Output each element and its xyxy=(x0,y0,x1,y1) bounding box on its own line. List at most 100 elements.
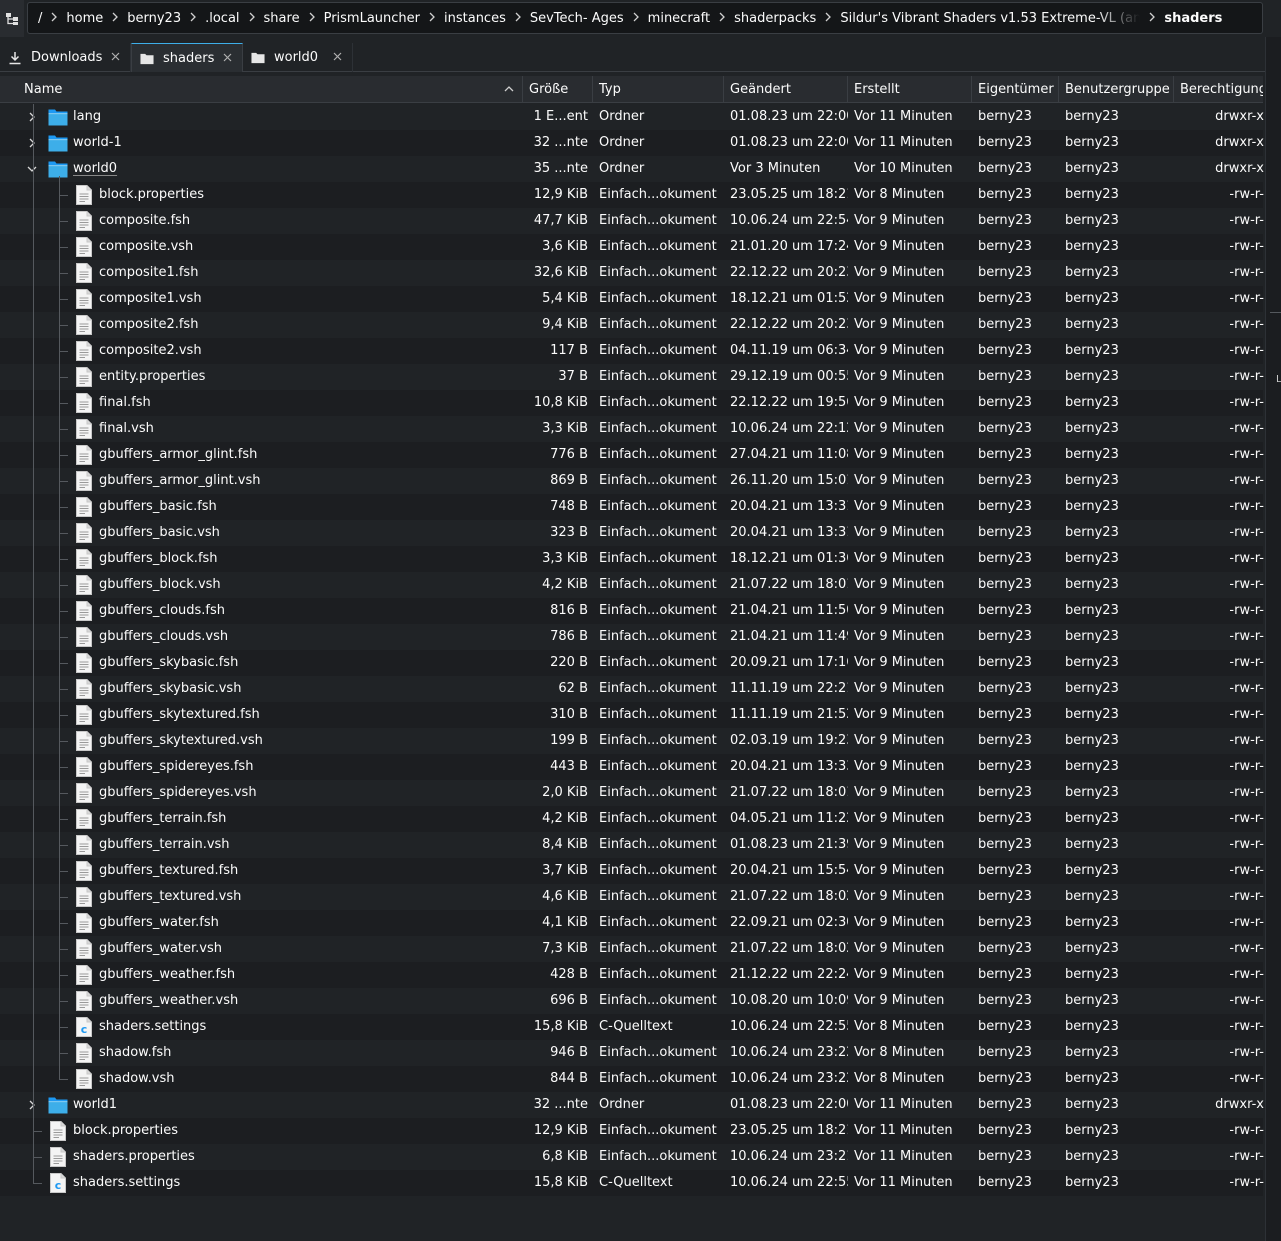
column-header-permissions[interactable]: Berechtigung xyxy=(1173,76,1263,103)
file-name[interactable]: final.fsh xyxy=(99,390,151,416)
file-name[interactable]: gbuffers_skytextured.vsh xyxy=(99,728,263,754)
file-name[interactable]: gbuffers_skybasic.vsh xyxy=(99,676,241,702)
breadcrumb-segment[interactable]: home xyxy=(66,11,103,26)
close-icon[interactable] xyxy=(333,50,342,65)
file-row[interactable]: gbuffers_skytextured.vsh 199 B Einfach...o… xyxy=(0,728,1264,754)
file-name[interactable]: gbuffers_basic.fsh xyxy=(99,494,217,520)
folder-row[interactable]: world0 35 ...nte Ordner Vor 3 Minuten Vor 10… xyxy=(0,156,1264,182)
file-row[interactable]: gbuffers_block.vsh 4,2 KiB Einfach...okume… xyxy=(0,572,1264,598)
file-name[interactable]: composite2.vsh xyxy=(99,338,202,364)
file-name[interactable]: shadow.fsh xyxy=(99,1040,171,1066)
places-panel-toggle-button[interactable] xyxy=(0,0,24,37)
file-row[interactable]: gbuffers_textured.vsh 4,6 KiB Einfach...ok… xyxy=(0,884,1264,910)
file-name[interactable]: gbuffers_block.vsh xyxy=(99,572,221,598)
file-row[interactable]: gbuffers_spidereyes.vsh 2,0 KiB Einfach...… xyxy=(0,780,1264,806)
breadcrumb-segment[interactable]: SevTech- Ages xyxy=(530,11,624,26)
file-name[interactable]: gbuffers_clouds.fsh xyxy=(99,598,225,624)
chevron-right-icon[interactable] xyxy=(26,1099,38,1111)
file-row[interactable]: gbuffers_weather.fsh 428 B Einfach...okume… xyxy=(0,962,1264,988)
file-row[interactable]: entity.properties 37 B Einfach...okument 29… xyxy=(0,364,1264,390)
column-header-group[interactable]: Benutzergruppe xyxy=(1058,76,1173,103)
file-name[interactable]: gbuffers_textured.vsh xyxy=(99,884,241,910)
file-row[interactable]: gbuffers_spidereyes.fsh 443 B Einfach...ok… xyxy=(0,754,1264,780)
chevron-right-icon[interactable] xyxy=(181,11,205,25)
file-name[interactable]: composite.vsh xyxy=(99,234,193,260)
file-name[interactable]: world1 xyxy=(73,1092,117,1118)
column-header-type[interactable]: Typ xyxy=(592,76,723,103)
file-row[interactable]: c shaders.settings 15,8 KiB C-Quelltext 10.0… xyxy=(0,1170,1264,1196)
chevron-right-icon[interactable] xyxy=(26,137,38,149)
file-name[interactable]: gbuffers_water.vsh xyxy=(99,936,222,962)
file-row[interactable]: gbuffers_skytextured.fsh 310 B Einfach...o… xyxy=(0,702,1264,728)
chevron-right-icon[interactable] xyxy=(26,111,38,123)
column-header-modified[interactable]: Geändert xyxy=(723,76,847,103)
tab-downloads[interactable]: Downloads xyxy=(0,43,131,72)
file-name[interactable]: composite2.fsh xyxy=(99,312,198,338)
breadcrumb-segment[interactable]: Sildur's Vibrant Shaders v1.53 Extreme-V… xyxy=(840,11,1140,26)
breadcrumb[interactable]: / home berny23 .local share PrismLauncher inst… xyxy=(27,2,1263,34)
breadcrumb-segment[interactable]: shaderpacks xyxy=(734,11,816,26)
file-row[interactable]: shaders.properties 6,8 KiB Einfach...okume… xyxy=(0,1144,1264,1170)
file-name[interactable]: gbuffers_clouds.vsh xyxy=(99,624,228,650)
folder-row[interactable]: world-1 32 ...nte Ordner 01.08.23 um 22:00 V… xyxy=(0,130,1264,156)
file-row[interactable]: block.properties 12,9 KiB Einfach...okumen… xyxy=(0,1118,1264,1144)
chevron-right-icon[interactable] xyxy=(506,11,530,25)
file-name[interactable]: gbuffers_terrain.vsh xyxy=(99,832,230,858)
file-row[interactable]: gbuffers_armor_glint.vsh 869 B Einfach...o… xyxy=(0,468,1264,494)
column-header-owner[interactable]: Eigentümer xyxy=(971,76,1058,103)
file-row[interactable]: final.fsh 10,8 KiB Einfach...okument 22.12.… xyxy=(0,390,1264,416)
file-row[interactable]: gbuffers_terrain.fsh 4,2 KiB Einfach...oku… xyxy=(0,806,1264,832)
file-name[interactable]: entity.properties xyxy=(99,364,205,390)
file-name[interactable]: gbuffers_weather.vsh xyxy=(99,988,238,1014)
breadcrumb-segment[interactable]: share xyxy=(264,11,300,26)
file-row[interactable]: c shaders.settings 15,8 KiB C-Quelltext 10.0… xyxy=(0,1014,1264,1040)
chevron-down-icon[interactable] xyxy=(26,163,38,175)
chevron-right-icon[interactable] xyxy=(42,11,66,25)
file-name[interactable]: shaders.settings xyxy=(73,1170,180,1196)
breadcrumb-segment[interactable]: PrismLauncher xyxy=(324,11,420,26)
file-row[interactable]: gbuffers_skybasic.fsh 220 B Einfach...okum… xyxy=(0,650,1264,676)
file-row[interactable]: shadow.vsh 844 B Einfach...okument 10.06.24… xyxy=(0,1066,1264,1092)
file-row[interactable]: gbuffers_terrain.vsh 8,4 KiB Einfach...oku… xyxy=(0,832,1264,858)
file-row[interactable]: final.vsh 3,3 KiB Einfach...okument 10.06.2… xyxy=(0,416,1264,442)
file-name[interactable]: gbuffers_basic.vsh xyxy=(99,520,220,546)
file-name[interactable]: gbuffers_spidereyes.vsh xyxy=(99,780,257,806)
file-name[interactable]: gbuffers_block.fsh xyxy=(99,546,218,572)
file-name[interactable]: gbuffers_skybasic.fsh xyxy=(99,650,238,676)
file-name[interactable]: lang xyxy=(73,104,101,130)
file-name[interactable]: gbuffers_armor_glint.fsh xyxy=(99,442,257,468)
file-name[interactable]: block.properties xyxy=(73,1118,178,1144)
file-name[interactable]: gbuffers_weather.fsh xyxy=(99,962,235,988)
column-header-created[interactable]: Erstellt xyxy=(847,76,971,103)
file-name[interactable]: shaders.properties xyxy=(73,1144,195,1170)
chevron-right-icon[interactable] xyxy=(240,11,264,25)
file-name[interactable]: block.properties xyxy=(99,182,204,208)
folder-row[interactable]: lang 1 E...ent Ordner 01.08.23 um 22:00 Vor … xyxy=(0,104,1264,130)
file-row[interactable]: gbuffers_water.vsh 7,3 KiB Einfach...okume… xyxy=(0,936,1264,962)
file-row[interactable]: block.properties 12,9 KiB Einfach...okumen… xyxy=(0,182,1264,208)
file-name[interactable]: gbuffers_armor_glint.vsh xyxy=(99,468,261,494)
file-row[interactable]: gbuffers_weather.vsh 696 B Einfach...okume… xyxy=(0,988,1264,1014)
file-row[interactable]: composite2.fsh 9,4 KiB Einfach...okument 22… xyxy=(0,312,1264,338)
file-row[interactable]: composite1.vsh 5,4 KiB Einfach...okument 18… xyxy=(0,286,1264,312)
file-name[interactable]: gbuffers_textured.fsh xyxy=(99,858,238,884)
file-row[interactable]: gbuffers_basic.vsh 323 B Einfach...okument… xyxy=(0,520,1264,546)
column-header-size[interactable]: Größe xyxy=(522,76,592,103)
file-row[interactable]: gbuffers_clouds.fsh 816 B Einfach...okumen… xyxy=(0,598,1264,624)
vertical-scrollbar[interactable] xyxy=(1265,37,1281,1241)
folder-row[interactable]: world1 32 ...nte Ordner 01.08.23 um 22:00 Vo… xyxy=(0,1092,1264,1118)
file-name[interactable]: gbuffers_terrain.fsh xyxy=(99,806,226,832)
file-name[interactable]: world0 xyxy=(73,156,117,182)
file-name[interactable]: composite1.fsh xyxy=(99,260,198,286)
file-name[interactable]: world-1 xyxy=(73,130,122,156)
breadcrumb-segment[interactable]: minecraft xyxy=(648,11,710,26)
file-row[interactable]: gbuffers_clouds.vsh 786 B Einfach...okumen… xyxy=(0,624,1264,650)
file-row[interactable]: gbuffers_armor_glint.fsh 776 B Einfach...o… xyxy=(0,442,1264,468)
chevron-right-icon[interactable] xyxy=(300,11,324,25)
file-row[interactable]: shadow.fsh 946 B Einfach...okument 10.06.24… xyxy=(0,1040,1264,1066)
file-name[interactable]: final.vsh xyxy=(99,416,154,442)
file-row[interactable]: gbuffers_basic.fsh 748 B Einfach...okument… xyxy=(0,494,1264,520)
file-name[interactable]: gbuffers_water.fsh xyxy=(99,910,219,936)
file-name[interactable]: gbuffers_spidereyes.fsh xyxy=(99,754,253,780)
file-row[interactable]: gbuffers_block.fsh 3,3 KiB Einfach...okume… xyxy=(0,546,1264,572)
